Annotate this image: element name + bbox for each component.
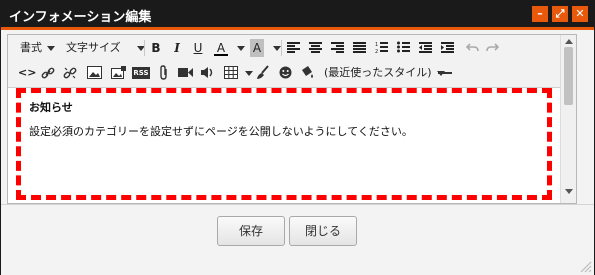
- link-icon[interactable]: [41, 66, 55, 80]
- undo-icon[interactable]: [466, 41, 479, 54]
- clear-format-brush-icon[interactable]: [256, 65, 270, 80]
- toolbar-row-2: <> RSS (最近使ったスタイル): [8, 61, 560, 85]
- align-left-icon[interactable]: [287, 42, 300, 54]
- titlebar: インフォメーション編集 – ⤢ ✕: [1, 1, 594, 30]
- maximize-button[interactable]: ⤢: [552, 6, 568, 22]
- resize-grip-icon[interactable]: [578, 259, 592, 273]
- text-color-button[interactable]: A: [214, 39, 228, 56]
- font-size-dropdown-label: 文字サイズ: [66, 41, 121, 54]
- numbered-list-icon[interactable]: 12: [375, 41, 388, 54]
- window-title: インフォメーション編集: [9, 10, 152, 25]
- indent-icon[interactable]: [441, 42, 454, 54]
- unlink-icon[interactable]: [63, 66, 77, 80]
- editor-toolbar: 書式 文字サイズ B I U A A 12 <> RSS (最近使ったスタイル): [8, 35, 560, 88]
- chevron-down-icon: [245, 71, 253, 76]
- rss-icon[interactable]: RSS: [132, 67, 150, 79]
- bullet-list-icon[interactable]: [397, 41, 410, 54]
- content-heading: お知らせ: [29, 101, 73, 114]
- chevron-down-icon: [47, 45, 55, 51]
- horizontal-rule-icon[interactable]: [438, 72, 452, 75]
- scroll-up-icon[interactable]: [565, 39, 573, 44]
- svg-text:1: 1: [375, 42, 378, 48]
- toolbar-divider: [144, 40, 145, 56]
- toolbar-divider: [281, 40, 282, 56]
- save-button[interactable]: 保存: [217, 216, 285, 246]
- highlight-color-button[interactable]: A: [250, 39, 264, 57]
- format-dropdown[interactable]: 書式: [20, 39, 55, 57]
- scrollbar-thumb[interactable]: [564, 47, 573, 105]
- outdent-icon[interactable]: [419, 42, 432, 54]
- attachment-icon[interactable]: [159, 65, 169, 81]
- style-dropdown[interactable]: (最近使ったスタイル): [324, 64, 445, 82]
- table-icon[interactable]: [224, 66, 238, 79]
- align-justify-icon[interactable]: [353, 42, 366, 54]
- video-icon[interactable]: [178, 66, 193, 79]
- scroll-down-icon[interactable]: [565, 189, 573, 194]
- dialog-footer: 保存 閉じる: [1, 204, 594, 275]
- content-paragraph: 設定必須のカテゴリーを設定せずにページを公開しないようにしてください。: [29, 125, 413, 138]
- chevron-down-icon: [237, 46, 245, 51]
- align-right-icon[interactable]: [331, 42, 344, 54]
- svg-text:2: 2: [375, 49, 378, 54]
- underline-button[interactable]: U: [191, 39, 205, 57]
- audio-icon[interactable]: [200, 66, 215, 79]
- source-code-icon[interactable]: <>: [18, 64, 36, 82]
- close-window-button[interactable]: ✕: [572, 6, 588, 22]
- editor-content-area[interactable]: お知らせ 設定必須のカテゴリーを設定せずにページを公開しないようにしてください。: [16, 88, 552, 200]
- edit-dialog: インフォメーション編集 – ⤢ ✕ 書式 文字サイズ B I U A A 1 2…: [0, 0, 595, 275]
- bold-button[interactable]: B: [149, 39, 163, 57]
- font-size-dropdown[interactable]: 文字サイズ: [66, 39, 145, 57]
- minimize-button[interactable]: –: [532, 6, 548, 22]
- style-paint-icon[interactable]: [300, 65, 314, 80]
- rich-text-editor: 書式 文字サイズ B I U A A 12 <> RSS (最近使ったスタイル)…: [7, 34, 577, 204]
- close-button[interactable]: 閉じる: [289, 216, 357, 246]
- vertical-scrollbar[interactable]: [560, 35, 576, 203]
- chevron-down-icon: [273, 46, 281, 51]
- toolbar-row-1: 書式 文字サイズ B I U A A 12: [8, 36, 560, 60]
- image-icon[interactable]: [87, 66, 102, 79]
- image-edit-icon[interactable]: [111, 66, 126, 79]
- italic-button[interactable]: I: [170, 39, 184, 57]
- align-center-icon[interactable]: [309, 42, 322, 54]
- emoji-icon[interactable]: [279, 66, 292, 79]
- format-dropdown-label: 書式: [20, 41, 42, 54]
- style-dropdown-label: (最近使ったスタイル): [324, 66, 432, 79]
- redo-icon[interactable]: [486, 41, 499, 54]
